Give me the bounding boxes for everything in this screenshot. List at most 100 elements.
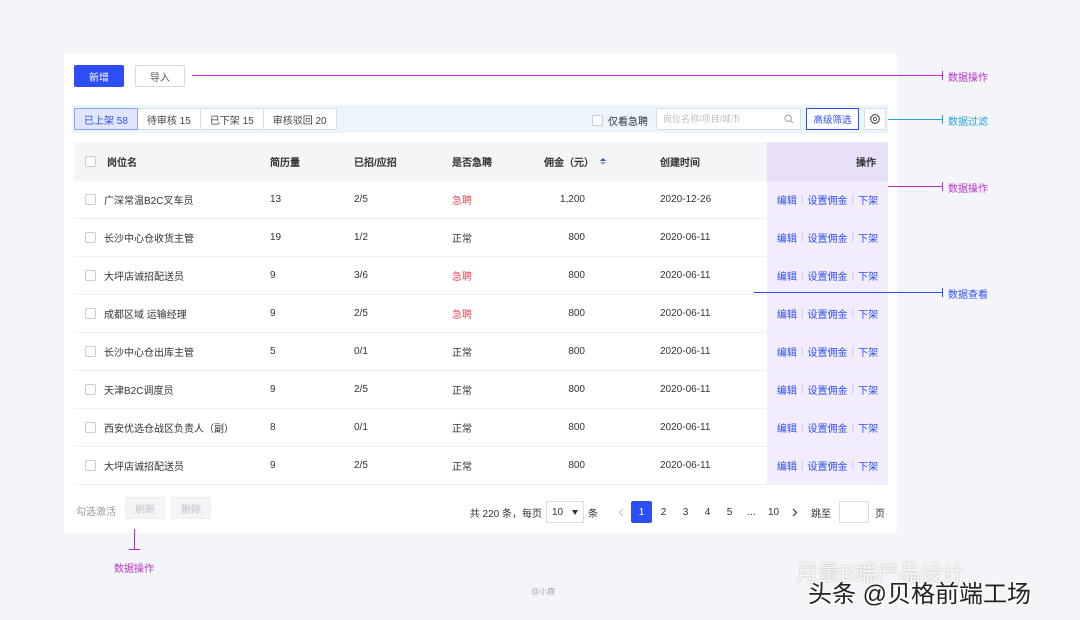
cell-hired: 0/1 xyxy=(354,346,368,357)
cell-name: 大坪店诚招配送员 xyxy=(104,462,184,473)
status-tab[interactable]: 审核驳回 20 xyxy=(262,108,337,130)
advanced-filter-button[interactable]: 高级筛选 xyxy=(806,108,859,130)
header-fee[interactable]: 佣金（元） xyxy=(544,142,606,181)
offline-link[interactable]: 下架 xyxy=(858,306,878,321)
status-tabs: 已上架 58 待审核 15 已下架 15 审核驳回 20 xyxy=(74,108,337,130)
import-button[interactable]: 导入 xyxy=(135,65,185,87)
urgent-only-filter[interactable]: 仅看急聘 xyxy=(592,113,648,128)
annotation-bottom-ops: 数据操作 xyxy=(114,564,154,575)
cell-date: 2020-06-11 xyxy=(660,384,711,395)
status-tab[interactable]: 已下架 15 xyxy=(199,108,264,130)
divider: | xyxy=(800,422,804,433)
offline-link[interactable]: 下架 xyxy=(858,344,878,359)
set-fee-link[interactable]: 设置佣金 xyxy=(808,230,848,245)
cell-resume: 9 xyxy=(270,384,276,395)
annotation-tick-bottom-ops xyxy=(129,549,140,550)
offline-link[interactable]: 下架 xyxy=(858,268,878,283)
cell-urgent: 正常 xyxy=(452,462,472,473)
row-checkbox[interactable] xyxy=(85,270,96,281)
cell-date: 2020-06-11 xyxy=(660,308,711,319)
search-box[interactable] xyxy=(656,108,801,130)
offline-link[interactable]: 下架 xyxy=(858,382,878,397)
table-row: 大坪店诚招配送员 9 2/5 正常 800 2020-06-11 编辑 | 设置佣金 | 下架 xyxy=(74,447,888,485)
delete-button[interactable]: 删除 xyxy=(171,497,211,519)
divider: | xyxy=(851,194,855,205)
select-all-checkbox[interactable] xyxy=(85,156,96,167)
offline-link[interactable]: 下架 xyxy=(858,230,878,245)
row-checkbox[interactable] xyxy=(85,346,96,357)
header-resume: 简历量 xyxy=(270,158,300,169)
page-button[interactable]: 10 xyxy=(763,501,784,523)
watermark-line2: 头条 @贝格前端工场 xyxy=(808,581,1032,608)
jump-page-input[interactable] xyxy=(839,501,869,523)
set-fee-link[interactable]: 设置佣金 xyxy=(808,458,848,473)
set-fee-link[interactable]: 设置佣金 xyxy=(808,420,848,435)
offline-link[interactable]: 下架 xyxy=(858,420,878,435)
edit-link[interactable]: 编辑 xyxy=(777,268,797,283)
settings-button[interactable] xyxy=(864,108,886,130)
cell-fee: 800 xyxy=(568,346,585,357)
cell-resume: 9 xyxy=(270,460,276,471)
search-icon[interactable] xyxy=(784,114,794,124)
edit-link[interactable]: 编辑 xyxy=(777,230,797,245)
cell-urgent: 急聘 xyxy=(452,310,472,321)
table-row: 长沙中心仓出库主管 5 0/1 正常 800 2020-06-11 编辑 | 设置佣金 | 下架 xyxy=(74,333,888,371)
cell-date: 2020-06-11 xyxy=(660,232,711,243)
status-tab[interactable]: 已上架 58 xyxy=(74,108,138,130)
page-ellipsis: ... xyxy=(747,506,756,518)
row-checkbox[interactable] xyxy=(85,422,96,433)
edit-link[interactable]: 编辑 xyxy=(777,420,797,435)
edit-link[interactable]: 编辑 xyxy=(777,382,797,397)
filter-bar: 已上架 58待审核 15已下架 15审核驳回 20 仅看急聘 高级筛选 xyxy=(72,105,888,133)
cell-fee: 800 xyxy=(568,232,585,243)
cell-date: 2020-06-11 xyxy=(660,460,711,471)
cell-fee: 800 xyxy=(568,308,585,319)
cell-resume: 9 xyxy=(270,270,276,281)
page-button[interactable]: 1 xyxy=(631,501,652,523)
header-ops: 操作 xyxy=(856,158,876,169)
set-fee-link[interactable]: 设置佣金 xyxy=(808,382,848,397)
refresh-button[interactable]: 刷新 xyxy=(125,497,165,519)
page-button[interactable]: 3 xyxy=(675,501,696,523)
table-row: 成都区域 运输经理 9 2/5 急聘 800 2020-06-11 编辑 | 设置佣金 | 下架 xyxy=(74,295,888,333)
cell-name: 大坪店诚招配送员 xyxy=(104,272,184,283)
urgent-only-checkbox[interactable] xyxy=(592,115,603,126)
next-page-button[interactable] xyxy=(784,501,805,523)
cell-ops: 编辑 | 设置佣金 | 下架 xyxy=(767,219,888,256)
set-fee-link[interactable]: 设置佣金 xyxy=(808,192,848,207)
offline-link[interactable]: 下架 xyxy=(858,192,878,207)
status-tab[interactable]: 待审核 15 xyxy=(136,108,201,130)
page-button[interactable]: 2 xyxy=(653,501,674,523)
row-checkbox[interactable] xyxy=(85,384,96,395)
row-checkbox[interactable] xyxy=(85,460,96,471)
set-fee-link[interactable]: 设置佣金 xyxy=(808,344,848,359)
offline-link[interactable]: 下架 xyxy=(858,458,878,473)
cell-date: 2020-12-26 xyxy=(660,194,712,205)
set-fee-link[interactable]: 设置佣金 xyxy=(808,268,848,283)
prev-page-button[interactable] xyxy=(610,501,631,523)
page-size-select[interactable]: 10 xyxy=(546,501,584,523)
search-input[interactable] xyxy=(663,114,784,124)
page-button[interactable]: 5 xyxy=(719,501,740,523)
row-checkbox[interactable] xyxy=(85,194,96,205)
page-button[interactable]: 4 xyxy=(697,501,718,523)
edit-link[interactable]: 编辑 xyxy=(777,306,797,321)
cell-resume: 19 xyxy=(270,232,282,243)
table-row: 广深常温B2C叉车员 13 2/5 急聘 1,200 2020-12-26 编辑 | 设置佣金 |… xyxy=(74,181,888,219)
edit-link[interactable]: 编辑 xyxy=(777,192,797,207)
cell-hired: 2/5 xyxy=(354,384,368,395)
set-fee-link[interactable]: 设置佣金 xyxy=(808,306,848,321)
cell-ops: 编辑 | 设置佣金 | 下架 xyxy=(767,295,888,332)
cell-name: 成都区域 运输经理 xyxy=(104,310,187,321)
cell-hired: 2/5 xyxy=(354,308,368,319)
row-checkbox[interactable] xyxy=(85,232,96,243)
table-header: 岗位名 简历量 已招/应招 是否急聘 佣金（元） 创建时间 操作 xyxy=(74,142,888,181)
edit-link[interactable]: 编辑 xyxy=(777,458,797,473)
divider: | xyxy=(800,460,804,471)
sort-icon[interactable] xyxy=(600,158,606,165)
cell-hired: 3/6 xyxy=(354,270,368,281)
edit-link[interactable]: 编辑 xyxy=(777,344,797,359)
cell-resume: 8 xyxy=(270,422,276,433)
add-button[interactable]: 新增 xyxy=(74,65,124,87)
row-checkbox[interactable] xyxy=(85,308,96,319)
